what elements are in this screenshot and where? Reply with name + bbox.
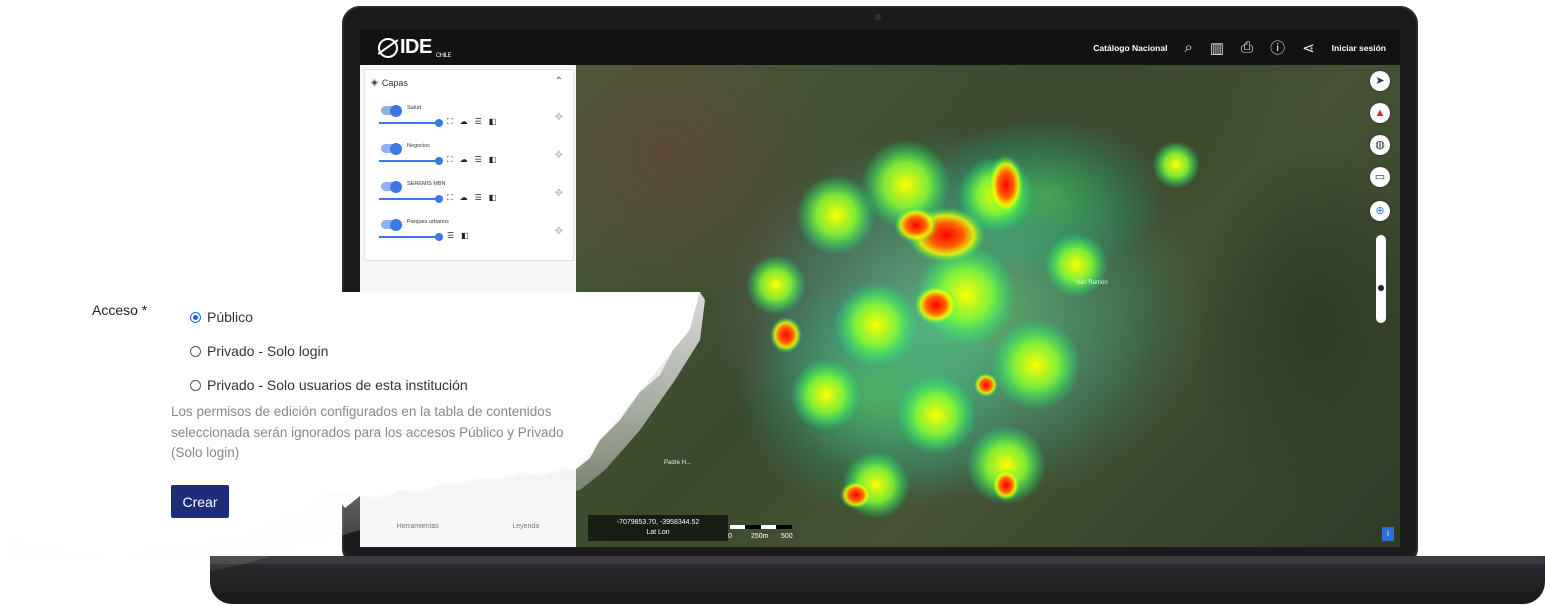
table-icon[interactable]: ☰ xyxy=(475,155,482,165)
table-icon[interactable]: ☰ xyxy=(475,193,482,203)
radio-button[interactable] xyxy=(190,379,201,391)
map-icon[interactable]: ▥ xyxy=(1210,39,1224,57)
ide-logo[interactable]: IDE CHILE xyxy=(378,36,452,59)
drag-handle-icon[interactable]: ✥ xyxy=(555,188,563,199)
scale-bar xyxy=(730,525,792,529)
chevron-up-icon[interactable]: ⌃ xyxy=(555,76,563,87)
expand-icon[interactable]: ⛶ xyxy=(447,155,453,165)
zoom-in-icon[interactable]: ⊕ xyxy=(1370,201,1390,221)
cloud-download-icon[interactable]: ☁ xyxy=(460,193,468,203)
map-view[interactable]: San Ramón Padre H... ➤ ▲ ◍ ▭ ⊕ -7079853.… xyxy=(576,65,1400,547)
coordinates-readout: -7079853.70, -3958344.52 Lat Lon xyxy=(588,515,728,541)
table-icon[interactable]: ☰ xyxy=(475,117,482,127)
expand-icon[interactable]: ⛶ xyxy=(447,117,453,127)
catalog-link[interactable]: Catálogo Nacional xyxy=(1093,43,1167,53)
compass-icon[interactable]: ▲ xyxy=(1370,103,1390,123)
radio-privado-login[interactable]: Privado - Solo login xyxy=(190,343,328,359)
info-icon[interactable]: i xyxy=(1382,527,1394,541)
drag-handle-icon[interactable]: ✥ xyxy=(555,226,563,237)
layer-label: Negocios xyxy=(407,143,430,149)
layer-row-seremis: SEREMIS MBN ⛶ ☁ ☰ ◧ ✥ xyxy=(375,178,565,212)
layers-icon: ◈ xyxy=(371,77,378,87)
coordinates-type: Lat Lon xyxy=(646,529,670,536)
opacity-slider[interactable] xyxy=(379,118,443,127)
radio-button[interactable] xyxy=(190,311,201,323)
layer-toggle[interactable] xyxy=(381,218,402,231)
ruler-icon[interactable]: ▭ xyxy=(1370,167,1390,187)
layer-label: Parques urbanos xyxy=(407,219,449,225)
acceso-label: Acceso * xyxy=(92,302,148,318)
share-icon[interactable]: ⋖ xyxy=(1302,39,1315,57)
radio-button[interactable] xyxy=(190,345,201,357)
coordinates-value: -7079853.70, -3958344.52 xyxy=(616,519,700,526)
scale-label-0: 0 xyxy=(728,533,732,540)
drag-handle-icon[interactable]: ✥ xyxy=(555,150,563,161)
layers-header[interactable]: ◈ Capas xyxy=(371,77,408,88)
map-place-label: Padre H... xyxy=(664,460,692,466)
info-icon[interactable]: ◧ xyxy=(461,231,469,240)
layers-title: Capas xyxy=(381,77,408,88)
radio-label: Privado - Solo login xyxy=(207,343,329,359)
crear-button[interactable]: Crear xyxy=(171,485,229,518)
info-icon[interactable]: ◧ xyxy=(489,193,497,203)
layer-actions: ⛶ ☁ ☰ ◧ xyxy=(447,155,496,165)
layer-label: SEREMIS MBN xyxy=(407,181,446,187)
drag-handle-icon[interactable]: ✥ xyxy=(555,112,563,123)
layer-toggle[interactable] xyxy=(381,142,402,155)
help-icon[interactable]: ⓘ xyxy=(1270,37,1285,58)
help-text: Los permisos de edición configurados en … xyxy=(171,404,564,460)
scale-label-2: 500 xyxy=(781,533,793,540)
tab-herramientas[interactable]: Herramientas xyxy=(397,523,439,539)
layer-row-salud: Salud ⛶ ☁ ☰ ◧ ✥ xyxy=(375,102,565,136)
print-icon[interactable]: ⎙ xyxy=(1241,39,1253,56)
opacity-slider[interactable] xyxy=(379,194,443,203)
zoom-slider[interactable] xyxy=(1376,235,1386,323)
nav-actions: Catálogo Nacional ⌕ ▥ ⎙ ⓘ ⋖ Iniciar sesi… xyxy=(1093,30,1386,65)
laptop-screen: IDE CHILE Catálogo Nacional ⌕ ▥ ⎙ ⓘ ⋖ In… xyxy=(360,30,1400,547)
laptop-hinge xyxy=(210,556,1545,564)
layers-panel: ◈ Capas ⌃ Salud ⛶ ☁ ☰ ◧ ✥ Negocios ⛶ ☁ ☰ ◧ xyxy=(360,65,576,547)
globe-icon[interactable]: ◍ xyxy=(1370,135,1390,155)
radio-label: Privado - Solo usuarios de esta instituc… xyxy=(207,377,468,393)
layer-label: Salud xyxy=(407,105,422,111)
logo-text: IDE xyxy=(400,36,432,58)
logo-icon xyxy=(378,37,398,58)
layer-row-parques: Parques urbanos ☰ ◧ ✥ xyxy=(375,216,565,250)
logo-subtext: CHILE xyxy=(435,53,452,59)
tab-leyenda[interactable]: Leyenda xyxy=(512,523,539,539)
table-icon[interactable]: ☰ xyxy=(447,231,454,240)
radio-label: Público xyxy=(207,309,253,325)
layers-card: ◈ Capas ⌃ Salud ⛶ ☁ ☰ ◧ ✥ Negocios ⛶ ☁ ☰ ◧ xyxy=(364,69,574,261)
cloud-download-icon[interactable]: ☁ xyxy=(460,155,468,165)
locate-icon[interactable]: ➤ xyxy=(1370,71,1390,91)
panel-tabs: Herramientas Leyenda xyxy=(360,523,576,539)
top-navbar: IDE CHILE Catálogo Nacional ⌕ ▥ ⎙ ⓘ ⋖ In… xyxy=(360,30,1400,65)
scale-label-1: 250m xyxy=(751,533,769,540)
opacity-slider[interactable] xyxy=(379,156,443,165)
layer-toggle[interactable] xyxy=(381,180,402,193)
layer-row-negocios: Negocios ⛶ ☁ ☰ ◧ ✥ xyxy=(375,140,565,174)
layer-toggle[interactable] xyxy=(381,104,402,117)
webcam xyxy=(875,14,881,20)
info-icon[interactable]: ◧ xyxy=(489,155,497,165)
login-link[interactable]: Iniciar sesión xyxy=(1332,43,1386,53)
opacity-slider[interactable] xyxy=(379,232,443,241)
info-icon[interactable]: ◧ xyxy=(489,117,497,127)
layer-actions: ☰ ◧ xyxy=(447,231,469,240)
cloud-download-icon[interactable]: ☁ xyxy=(460,117,468,127)
layer-actions: ⛶ ☁ ☰ ◧ xyxy=(447,193,496,203)
search-map-icon[interactable]: ⌕ xyxy=(1184,39,1192,56)
radio-privado-institucion[interactable]: Privado - Solo usuarios de esta instituc… xyxy=(190,377,468,393)
expand-icon[interactable]: ⛶ xyxy=(447,193,453,203)
heatmap-layer xyxy=(736,115,1206,519)
radio-publico[interactable]: Público xyxy=(190,309,253,325)
map-place-label: San Ramón xyxy=(1076,280,1108,286)
layer-actions: ⛶ ☁ ☰ ◧ xyxy=(447,117,496,127)
